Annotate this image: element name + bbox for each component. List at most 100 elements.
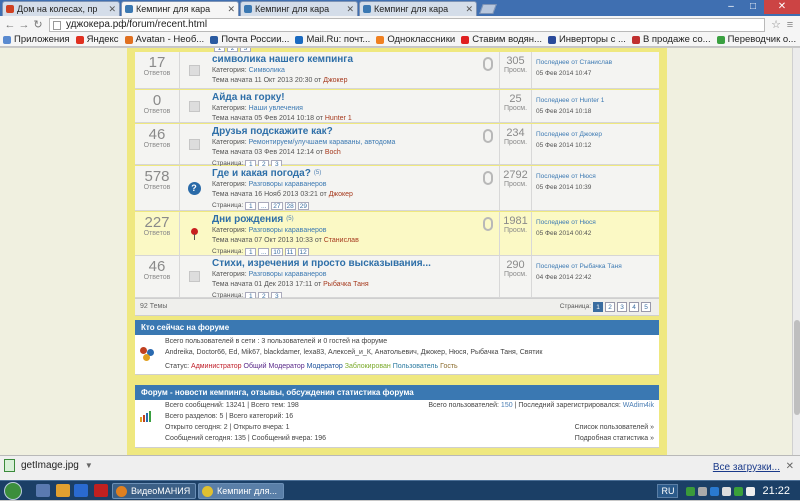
last-post-user[interactable]: Нюся: [579, 173, 595, 180]
new-tab-button[interactable]: [479, 4, 497, 14]
close-tab-icon[interactable]: ✕: [108, 4, 116, 15]
browser-toolbar: ← → ↻ уджокера.рф/forum/recent.html ☆ ≡: [0, 16, 800, 33]
category-link[interactable]: Наши увлечения: [249, 105, 303, 112]
bookmark-item[interactable]: В продаже со...: [631, 34, 711, 45]
bookmark-item[interactable]: Приложения: [3, 34, 70, 45]
minimize-button[interactable]: –: [720, 0, 742, 14]
last-post-user[interactable]: Hunter 1: [579, 97, 604, 104]
new-posts-badge[interactable]: (5): [286, 216, 293, 222]
topic-title-link[interactable]: символика нашего кемпинга: [212, 55, 353, 65]
close-tab-icon[interactable]: ✕: [227, 4, 235, 15]
bookmark-item[interactable]: Одноклассники: [376, 34, 455, 45]
page-link[interactable]: 1: [245, 248, 257, 256]
volume-icon[interactable]: [746, 486, 756, 496]
topic-title-link[interactable]: Айда на горку!: [212, 93, 285, 103]
taskbar-app-video[interactable]: ВидеоМАНИЯ: [112, 483, 196, 499]
tray-icon[interactable]: [698, 486, 708, 496]
taskbar-app-chrome[interactable]: Кемпинг для...: [198, 483, 284, 499]
category-link[interactable]: Разговоры караванеров: [249, 227, 327, 234]
last-post-user[interactable]: Рыбачка Таня: [579, 263, 621, 270]
tray-icon[interactable]: [710, 486, 720, 496]
bookmark-item[interactable]: Яндекс: [75, 34, 119, 45]
download-item[interactable]: getImage.jpg ▼: [4, 459, 93, 472]
page-link[interactable]: 1: [245, 202, 257, 210]
folder-icon[interactable]: [74, 484, 88, 497]
media-icon[interactable]: [56, 484, 70, 497]
bookmark-star-icon[interactable]: ☆: [769, 18, 783, 31]
bookmark-label: Переводчик о...: [727, 34, 797, 45]
started-text: Тема начата 07 Окт 2013 10:33 от: [212, 237, 322, 244]
show-all-downloads-link[interactable]: Все загрузки...: [713, 462, 780, 473]
address-bar[interactable]: уджокера.рф/forum/recent.html: [49, 17, 765, 32]
category-link[interactable]: Ремонтируем/улучшаем караваны, автодома: [249, 139, 396, 146]
answers-cell: 17 Ответов: [135, 52, 180, 88]
author-link[interactable]: Станислав: [324, 237, 359, 244]
close-window-button[interactable]: ✕: [764, 0, 800, 14]
page-link[interactable]: 1: [593, 302, 603, 312]
author-link[interactable]: Джокер: [329, 191, 353, 198]
users-list-link[interactable]: Список пользователей »: [575, 424, 654, 431]
author-link[interactable]: Джокер: [323, 77, 347, 84]
maximize-button[interactable]: □: [742, 0, 764, 14]
close-tab-icon[interactable]: ✕: [346, 4, 354, 15]
bookmark-item[interactable]: Mail.Ru: почт...: [295, 34, 370, 45]
page-link[interactable]: 12: [297, 248, 309, 256]
chevron-down-icon[interactable]: ▼: [85, 461, 93, 470]
browser-tab[interactable]: Кемпинг для кара ✕: [240, 1, 358, 16]
author-link[interactable]: Hunter 1: [325, 115, 352, 122]
page-link[interactable]: 27: [271, 202, 283, 210]
last-post-user[interactable]: Джокер: [579, 131, 602, 138]
last-post-user[interactable]: Станислав: [579, 59, 612, 66]
start-button[interactable]: [4, 482, 22, 500]
close-icon[interactable]: ✕: [786, 461, 794, 472]
page-link[interactable]: 29: [297, 202, 309, 210]
forward-icon[interactable]: →: [17, 19, 31, 31]
page-link[interactable]: 11: [284, 248, 296, 256]
opera-icon[interactable]: [94, 484, 108, 497]
author-link[interactable]: Рыбачка Таня: [323, 281, 369, 288]
network-icon[interactable]: [722, 486, 732, 496]
close-tab-icon[interactable]: ✕: [465, 4, 473, 15]
bookmark-item[interactable]: Ставим водян...: [461, 34, 542, 45]
browser-tab[interactable]: Дом на колесах, пр ✕: [2, 1, 120, 16]
author-link[interactable]: Boch: [325, 149, 341, 156]
page-link[interactable]: 28: [284, 202, 296, 210]
category-link[interactable]: Разговоры караванеров: [249, 181, 327, 188]
menu-icon[interactable]: ≡: [783, 19, 797, 31]
detailed-stats-link[interactable]: Подробная статистика »: [575, 435, 654, 442]
page-link[interactable]: ...: [258, 202, 270, 210]
page-link[interactable]: 10: [271, 248, 283, 256]
page-scrollbar[interactable]: [792, 48, 800, 455]
views-cell: 2792 Просм.: [500, 166, 532, 210]
category-link[interactable]: Символика: [249, 67, 285, 74]
bookmark-item[interactable]: Почта России...: [210, 34, 289, 45]
page-link[interactable]: 5: [641, 302, 651, 312]
page-link[interactable]: ...: [258, 248, 270, 256]
tray-icon[interactable]: [734, 486, 744, 496]
browser-tab[interactable]: Кемпинг для кара ✕: [359, 1, 477, 16]
language-indicator[interactable]: RU: [657, 484, 679, 498]
clock[interactable]: 21:22: [762, 485, 790, 497]
scrollbar-thumb[interactable]: [794, 320, 800, 415]
page-link[interactable]: 2: [605, 302, 615, 312]
new-posts-badge[interactable]: (5): [314, 170, 321, 176]
last-post-by: Последнее от Рыбачка Таня: [536, 261, 653, 272]
bookmark-item[interactable]: Инверторы с ...: [547, 34, 626, 45]
topic-title-link[interactable]: Дни рождения: [212, 215, 283, 225]
stat-value[interactable]: 150: [501, 402, 513, 409]
browser-tab[interactable]: Кемпинг для кара ✕: [121, 1, 239, 16]
tray-icon[interactable]: [686, 486, 696, 496]
topic-title-link[interactable]: Друзья подскажите как?: [212, 127, 333, 137]
back-icon[interactable]: ←: [3, 19, 17, 31]
category-link[interactable]: Разговоры караванеров: [249, 271, 327, 278]
topic-title-link[interactable]: Где и какая погода?: [212, 169, 311, 179]
bookmark-item[interactable]: Переводчик о...: [716, 34, 797, 45]
last-post-user[interactable]: Нюся: [579, 219, 595, 226]
bookmark-item[interactable]: Avatan - Необ...: [124, 34, 204, 45]
page-link[interactable]: 3: [617, 302, 627, 312]
topic-title-link[interactable]: Стихи, изречения и просто высказывания..…: [212, 259, 431, 269]
last-registered-user-link[interactable]: WAdim4ik: [623, 402, 654, 409]
page-link[interactable]: 4: [629, 302, 639, 312]
explorer-icon[interactable]: [36, 484, 50, 497]
reload-icon[interactable]: ↻: [31, 18, 45, 31]
